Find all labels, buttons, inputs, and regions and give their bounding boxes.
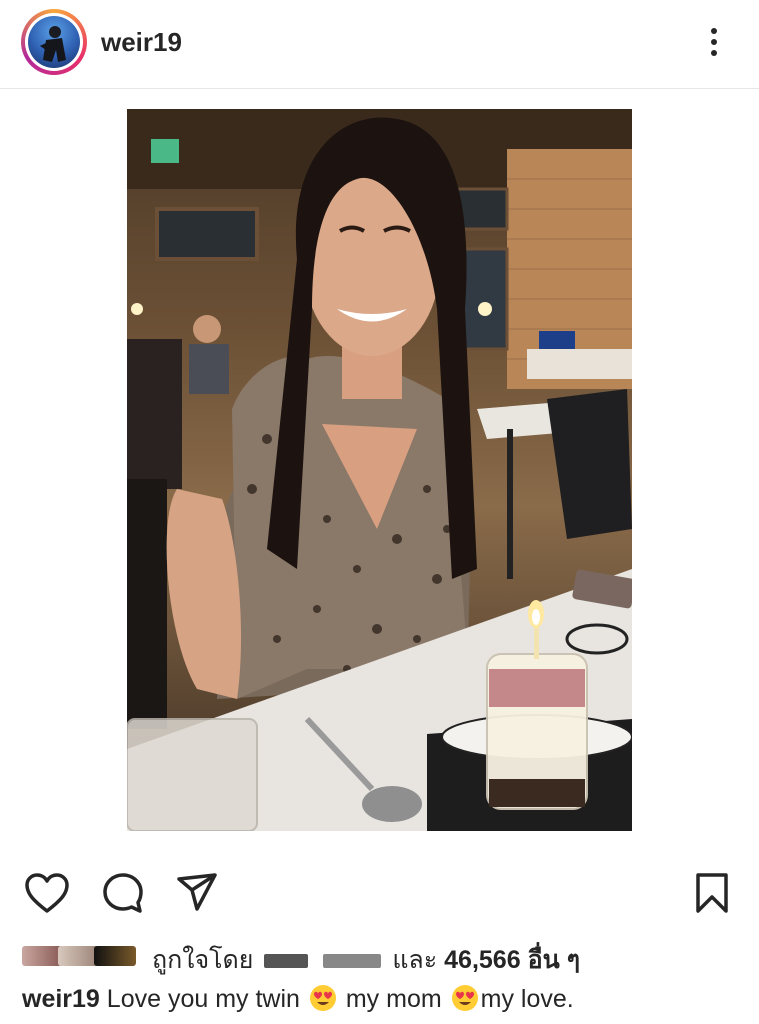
liker-avatar[interactable] xyxy=(58,946,98,966)
heart-icon[interactable] xyxy=(22,868,72,918)
heart-eyes-emoji xyxy=(451,985,478,1011)
liker-avatar[interactable] xyxy=(22,946,62,966)
liker-name-redacted[interactable] xyxy=(323,954,382,969)
likes-count[interactable]: 46,566 xyxy=(444,946,520,974)
caption-text: my love. xyxy=(480,985,574,1013)
avatar-image xyxy=(28,16,80,68)
heart-eyes-emoji xyxy=(309,985,336,1011)
liked-by-label: ถูกใจโดย xyxy=(152,946,254,974)
post-photo[interactable] xyxy=(127,109,632,831)
post-photo-illustration xyxy=(127,109,632,831)
likes-row: ถูกใจโดย และ 46,566 อื่น ๆ xyxy=(22,940,742,976)
likes-conjunction: และ xyxy=(392,946,438,974)
post-actions xyxy=(0,868,759,918)
caption-text: Love you my twin xyxy=(106,985,300,1013)
likes-others-label[interactable]: อื่น ๆ xyxy=(528,946,580,974)
more-vertical-icon[interactable] xyxy=(698,24,730,60)
comment-icon[interactable] xyxy=(98,868,148,918)
caption-text: my mom xyxy=(345,985,442,1013)
send-icon[interactable] xyxy=(172,868,222,918)
liker-name-redacted[interactable] xyxy=(264,954,309,969)
liker-avatar[interactable] xyxy=(94,946,136,966)
post-header: weir19 xyxy=(0,0,759,89)
likes-text[interactable]: ถูกใจโดย และ 46,566 อื่น ๆ xyxy=(152,940,580,980)
post-username[interactable]: weir19 xyxy=(101,27,182,58)
caption-username[interactable]: weir19 xyxy=(22,985,100,1013)
bookmark-icon[interactable] xyxy=(687,868,737,918)
profile-avatar[interactable] xyxy=(21,9,87,75)
post-caption: weir19 Love you my twin my mom my love. xyxy=(22,984,574,1014)
